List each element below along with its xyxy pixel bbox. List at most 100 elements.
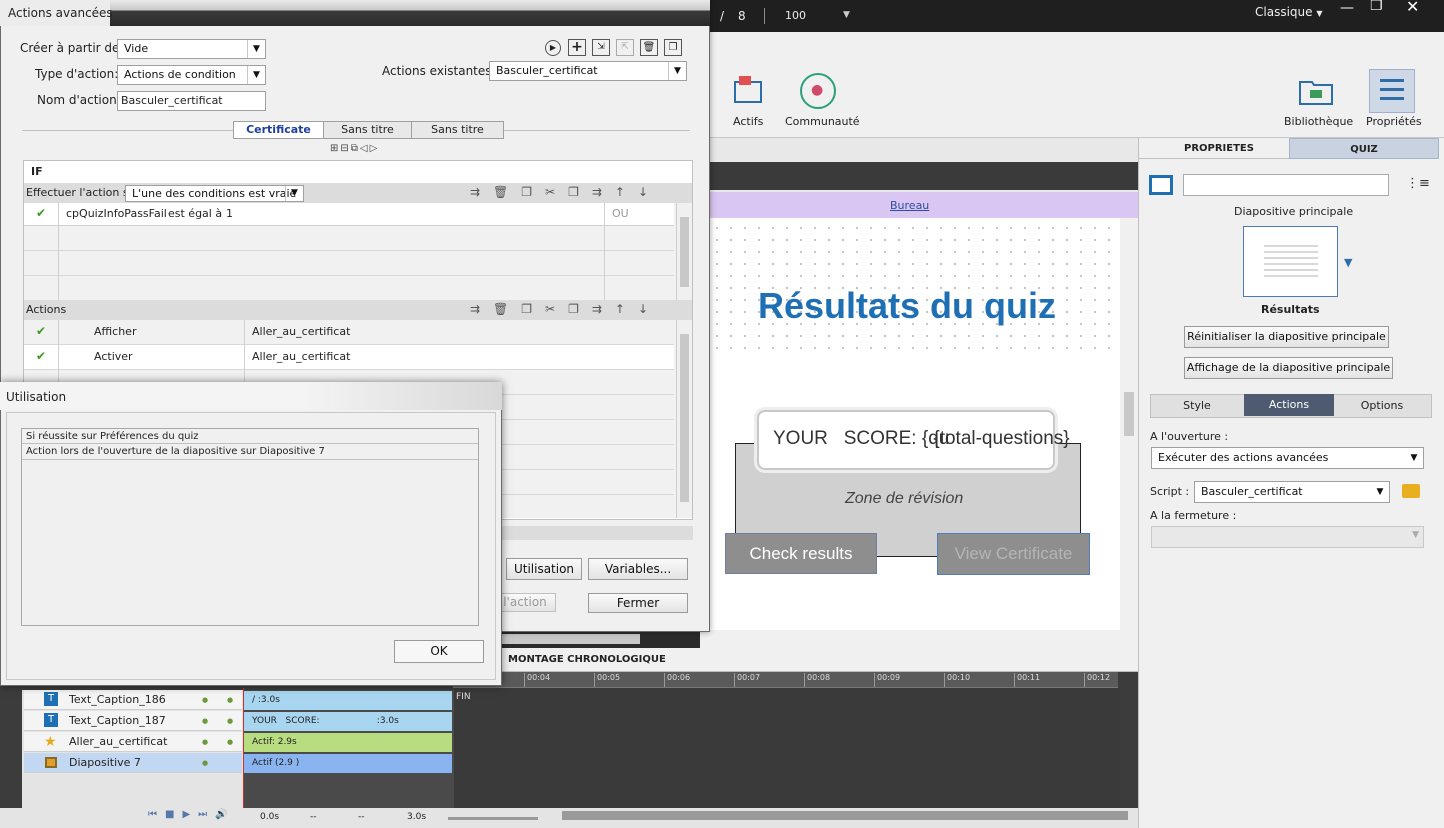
stage-hscroll[interactable] — [700, 630, 1138, 648]
lock-dot[interactable]: ● — [227, 690, 233, 710]
variables-button[interactable]: Variables... — [588, 558, 688, 580]
script-select[interactable]: Basculer_certificat ▼ — [1194, 481, 1390, 503]
conditions-scrollbar[interactable] — [676, 203, 692, 300]
slide-layer-icon — [45, 757, 57, 768]
layer-row[interactable]: ★ Aller_au_certificat ● ● — [24, 732, 242, 752]
visibility-dot[interactable]: ● — [202, 753, 208, 773]
close-icon[interactable]: ✕ — [1406, 0, 1419, 16]
list-item[interactable]: Action lors de l'ouverture de la diaposi… — [22, 444, 478, 460]
text-caption-icon: T — [44, 692, 58, 706]
maximize-icon[interactable]: ❐ — [1370, 0, 1383, 14]
ok-button[interactable]: OK — [394, 640, 484, 663]
import-icon[interactable]: ⇲ — [592, 39, 610, 56]
subtab-options[interactable]: Options — [1334, 394, 1430, 418]
community-icon: ● — [811, 82, 824, 98]
timeline-bar[interactable]: YOUR SCORE: :3.0s — [244, 712, 452, 731]
minimize-icon[interactable]: — — [1340, 0, 1354, 16]
layer-row[interactable]: T Text_Caption_187 ● ● — [24, 711, 242, 731]
tab-sans-titre-2[interactable]: Sans titre — [411, 121, 504, 139]
proprietes-label: Propriétés — [1366, 115, 1422, 128]
zoom-dropdown-icon[interactable]: ▼ — [843, 10, 850, 20]
lock-dot[interactable]: ● — [227, 711, 233, 731]
timeline-hscroll[interactable] — [562, 811, 1128, 820]
action-type-select[interactable]: Actions de condition ▼ — [117, 65, 266, 85]
slide-separator: / — [720, 9, 725, 23]
condition-row[interactable] — [24, 276, 674, 301]
usage-button[interactable]: Utilisation — [506, 558, 582, 580]
communaute-button[interactable]: ● — [800, 73, 836, 109]
condition-tools[interactable]: ⇉🗑❐✂❐⇉↑↓ — [470, 185, 661, 199]
timeline-tick: 00:12 — [1084, 673, 1110, 687]
timeline-zoom-slider[interactable] — [448, 817, 538, 820]
save-action-button[interactable]: l'action — [494, 593, 556, 612]
condition-row[interactable] — [24, 251, 674, 276]
divider — [764, 8, 765, 24]
tab-controls[interactable]: ⊞⊟⧉◁▷ — [330, 143, 379, 154]
perform-if-select[interactable]: L'une des conditions est vraie ▼ — [125, 185, 304, 202]
bureau-link[interactable]: Bureau — [890, 199, 929, 212]
action-row[interactable]: ✔ Afficher Aller_au_certificat — [24, 320, 674, 345]
timeline-bar[interactable]: / :3.0s — [244, 691, 452, 710]
visibility-dot[interactable]: ● — [202, 690, 208, 710]
visibility-dot[interactable]: ● — [202, 732, 208, 752]
stage-scroll-thumb[interactable] — [1124, 392, 1134, 436]
master-slide-thumbnail[interactable] — [1243, 226, 1338, 297]
layer-row[interactable]: T Text_Caption_186 ● ● — [24, 690, 242, 710]
on-open-select[interactable]: Exécuter des actions avancées ▼ — [1151, 447, 1424, 469]
on-close-select[interactable]: ▼ — [1151, 526, 1424, 548]
tab-proprietes[interactable]: PROPRIETES — [1139, 138, 1289, 159]
timeline-title: MONTAGE CHRONOLOGIQUE — [508, 654, 666, 665]
assets-icon — [734, 76, 762, 103]
zoom-field[interactable]: 100 — [785, 9, 845, 22]
view-certificate-button[interactable]: View Certificate — [937, 533, 1090, 575]
proprietes-button[interactable] — [1369, 69, 1415, 113]
text-caption-icon: T — [44, 713, 58, 727]
layer-row[interactable]: Diapositive 7 ● — [24, 753, 242, 773]
action-row[interactable]: ✔ Activer Aller_au_certificat — [24, 345, 674, 370]
chevron-down-icon[interactable]: ▼ — [1344, 256, 1352, 269]
check-icon: ✔ — [36, 349, 47, 363]
tab-certificate[interactable]: Certificate — [233, 121, 324, 139]
library-icon — [1299, 81, 1333, 105]
workspace-select[interactable]: Classique ▼ — [1255, 5, 1323, 19]
bibliotheque-label: Bibliothèque — [1284, 115, 1354, 128]
condition-row[interactable] — [24, 226, 674, 251]
slide-name-input[interactable] — [1183, 174, 1389, 196]
duplicate-icon[interactable]: ❐ — [664, 39, 682, 56]
delete-icon[interactable]: 🗑 — [640, 39, 658, 56]
visibility-dot[interactable]: ● — [202, 711, 208, 731]
tab-quiz[interactable]: QUIZ — [1289, 138, 1439, 159]
actions-scrollbar[interactable] — [676, 320, 692, 518]
playback-controls[interactable]: ⏮■▶⏭🔊 — [148, 809, 236, 820]
lock-dot[interactable]: ● — [227, 732, 233, 752]
folder-icon[interactable] — [1402, 484, 1420, 498]
preview-icon[interactable]: ▶ — [545, 40, 561, 56]
bibliotheque-button[interactable] — [1298, 76, 1334, 106]
timeline-bar[interactable]: Actif (2.9 ) — [244, 754, 452, 773]
list-item[interactable]: Si réussite sur Préférences du quiz — [22, 429, 478, 444]
star-icon: ★ — [44, 734, 57, 750]
actifs-button[interactable] — [727, 72, 769, 109]
action-name-input[interactable]: Basculer_certificat — [117, 91, 266, 111]
export-icon[interactable]: ⇱ — [616, 39, 634, 56]
panel-menu-icon[interactable]: ⋮≡ — [1406, 176, 1430, 191]
close-button[interactable]: Fermer — [588, 593, 688, 613]
check-results-button[interactable]: Check results — [725, 533, 877, 574]
existing-actions-select[interactable]: Basculer_certificat ▼ — [489, 61, 687, 81]
stage-hscroll-thumb[interactable] — [500, 634, 640, 644]
create-from-select[interactable]: Vide ▼ — [117, 39, 266, 59]
reset-master-button[interactable]: Réinitialiser la diapositive principale — [1184, 326, 1389, 348]
subtab-actions[interactable]: Actions — [1244, 394, 1334, 416]
timeline-tick: 00:04 — [524, 673, 550, 687]
usage-titlebar[interactable] — [0, 382, 502, 410]
condition-row[interactable]: ✔ cpQuizInfoPassFail est égal à 1 OU — [24, 203, 674, 226]
show-master-button[interactable]: Affichage de la diapositive principale — [1184, 357, 1393, 379]
action-tools[interactable]: ⇉🗑❐✂❐⇉↑↓ — [470, 302, 661, 316]
time-b: -- — [358, 812, 365, 822]
timeline-bar[interactable]: Actif: 2.9s — [244, 733, 452, 752]
tab-sans-titre-1[interactable]: Sans titre — [323, 121, 412, 139]
subtab-style[interactable]: Style — [1150, 394, 1244, 418]
dialog-title: Actions avancées — [8, 6, 113, 20]
add-action-icon[interactable]: + — [568, 39, 586, 56]
perform-if-label: Effectuer l'action si: — [26, 186, 136, 199]
